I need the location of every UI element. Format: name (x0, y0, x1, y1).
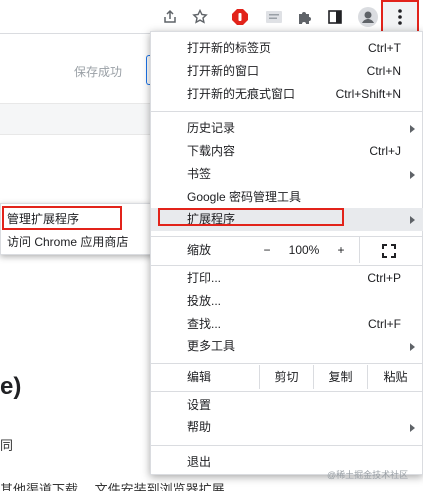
submenu-arrow-icon (410, 216, 415, 224)
menu-separator (151, 363, 423, 364)
submenu-arrow-icon (410, 343, 415, 351)
profile-avatar-icon[interactable] (356, 5, 380, 29)
menu-item-downloads[interactable]: 下载内容 Ctrl+J (151, 140, 423, 163)
menu-item-label: 打开新的无痕式窗口 (187, 87, 296, 101)
page-heading-fragment: e) (0, 373, 22, 400)
menu-item-shortcut: Ctrl+T (368, 41, 401, 55)
menu-item-shortcut: Ctrl+J (369, 144, 401, 158)
fullscreen-icon (382, 244, 396, 258)
zoom-in-button[interactable]: + (329, 237, 353, 260)
save-status-text: 保存成功 (74, 65, 123, 79)
zoom-divider (359, 237, 360, 263)
chrome-web-store-item[interactable]: 访问 Chrome 应用商店 (1, 231, 155, 253)
page-text-fragment: 同 (0, 438, 14, 453)
menu-item-shortcut: Ctrl+P (367, 271, 401, 285)
manage-extensions-item[interactable]: 管理扩展程序 (1, 208, 155, 230)
menu-item-cast[interactable]: 投放... (151, 290, 423, 313)
chrome-menu-button[interactable] (381, 0, 419, 34)
menu-separator (151, 111, 423, 112)
fullscreen-button[interactable] (375, 243, 403, 266)
cut-button[interactable]: 剪切 (260, 365, 313, 388)
menu-item-extensions[interactable]: 扩展程序 (151, 208, 423, 231)
submenu-arrow-icon (410, 171, 415, 179)
extensions-puzzle-icon[interactable] (293, 5, 317, 29)
browser-toolbar (0, 0, 423, 34)
share-icon[interactable] (158, 5, 182, 29)
paste-button[interactable]: 粘贴 (368, 365, 423, 388)
menu-item-new-tab[interactable]: 打开新的标签页 Ctrl+T (151, 37, 423, 60)
menu-item-label: 投放... (187, 294, 222, 308)
menu-item-shortcut: Ctrl+Shift+N (335, 87, 401, 101)
bookmark-star-icon[interactable] (188, 5, 212, 29)
menu-item-label: 打开新的标签页 (187, 41, 272, 55)
menu-separator (151, 265, 423, 266)
menu-item-label: 查找... (187, 317, 222, 331)
menu-row-zoom: 缩放 − 100% + (151, 237, 423, 263)
page-text-line: 其他渠道下载， 文件安装到浏览器扩展 (0, 482, 225, 491)
edit-label: 编辑 (187, 370, 212, 384)
menu-item-password-manager[interactable]: Google 密码管理工具 (151, 186, 423, 209)
menu-item-shortcut: Ctrl+F (368, 317, 401, 331)
copy-button[interactable]: 复制 (314, 365, 367, 388)
menu-item-label: 打开新的窗口 (187, 64, 260, 78)
menu-item-label: 设置 (187, 398, 212, 412)
sidepanel-icon[interactable] (323, 5, 347, 29)
menu-item-shortcut: Ctrl+N (366, 64, 401, 78)
menu-item-new-incognito-window[interactable]: 打开新的无痕式窗口 Ctrl+Shift+N (151, 83, 423, 106)
menu-item-bookmarks[interactable]: 书签 (151, 163, 423, 186)
more-vert-icon (398, 9, 402, 25)
extensions-submenu: 管理扩展程序 访问 Chrome 应用商店 (0, 203, 154, 255)
menu-item-label: 扩展程序 (187, 212, 236, 226)
zoom-out-button[interactable]: − (255, 237, 279, 260)
menu-item-label: 书签 (187, 167, 212, 181)
submenu-arrow-icon (410, 424, 415, 432)
menu-item-label: 打印... (187, 271, 222, 285)
menu-item-label: Google 密码管理工具 (187, 190, 302, 204)
manage-extensions-label: 管理扩展程序 (7, 212, 80, 226)
menu-item-new-window[interactable]: 打开新的窗口 Ctrl+N (151, 60, 423, 83)
adblock-icon[interactable] (228, 5, 252, 29)
watermark-text: @稀土掘金技术社区 (327, 470, 409, 480)
reader-icon[interactable] (262, 5, 286, 29)
menu-item-label: 更多工具 (187, 339, 236, 353)
menu-item-settings[interactable]: 设置 (151, 394, 423, 417)
menu-item-label: 帮助 (187, 420, 212, 434)
menu-item-label: 退出 (187, 455, 212, 469)
chrome-main-menu: 打开新的标签页 Ctrl+T 打开新的窗口 Ctrl+N 打开新的无痕式窗口 C… (150, 31, 423, 475)
menu-separator (151, 391, 423, 392)
zoom-label: 缩放 (187, 243, 212, 257)
submenu-arrow-icon (410, 125, 415, 133)
zoom-level-value: 100% (288, 243, 320, 257)
menu-item-find[interactable]: 查找... Ctrl+F (151, 313, 423, 336)
menu-item-help[interactable]: 帮助 (151, 416, 423, 439)
chrome-web-store-label: 访问 Chrome 应用商店 (7, 235, 129, 249)
menu-item-label: 历史记录 (187, 121, 236, 135)
menu-item-more-tools[interactable]: 更多工具 (151, 335, 423, 358)
menu-item-print[interactable]: 打印... Ctrl+P (151, 267, 423, 290)
menu-item-history[interactable]: 历史记录 (151, 117, 423, 140)
menu-separator (151, 445, 423, 446)
menu-row-edit: 编辑 剪切 复制 粘贴 (151, 365, 423, 389)
menu-item-label: 下载内容 (187, 144, 236, 158)
page-band (0, 103, 160, 135)
